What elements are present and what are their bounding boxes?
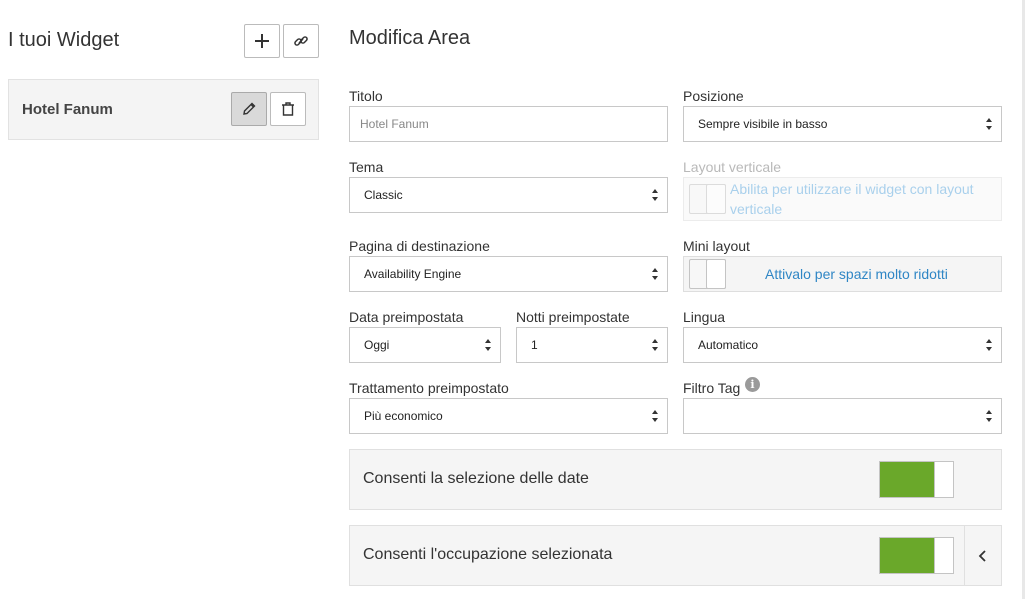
trash-icon — [282, 102, 294, 116]
filtro-tag-select[interactable] — [683, 398, 1002, 434]
trattamento-value: Più economico — [364, 409, 443, 423]
layout-verticale-text: Abilita per utilizzare il widget con lay… — [730, 181, 974, 217]
select-arrows-icon — [986, 410, 992, 422]
select-arrows-icon — [652, 339, 658, 351]
data-preimpostata-label: Data preimpostata — [349, 309, 464, 325]
link-icon — [294, 36, 308, 46]
filtro-tag-label: Filtro Tag — [683, 380, 741, 396]
mini-layout-toggle[interactable]: Attivalo per spazi molto ridotti — [683, 256, 1002, 292]
layout-verticale-label: Layout verticale — [683, 159, 782, 175]
widget-card[interactable]: Hotel Fanum — [8, 79, 319, 140]
data-preimpostata-select[interactable]: Oggi — [349, 327, 501, 363]
edit-widget-button[interactable] — [231, 92, 267, 126]
chevron-left-icon — [978, 549, 986, 562]
add-widget-button[interactable] — [244, 24, 280, 58]
link-widget-button[interactable] — [283, 24, 319, 58]
option-row-occupancy: Consenti l'occupazione selezionata — [349, 525, 1002, 586]
page-title: Modifica Area — [349, 27, 471, 49]
mini-layout-text: Attivalo per spazi molto ridotti — [765, 266, 948, 282]
plus-icon — [255, 34, 269, 48]
pagina-destinazione-value: Availability Engine — [364, 267, 462, 281]
trattamento-label: Trattamento preimpostato — [349, 380, 509, 396]
lingua-select[interactable]: Automatico — [683, 327, 1002, 363]
pagina-destinazione-label: Pagina di destinazione — [349, 238, 490, 254]
select-arrows-icon — [652, 268, 658, 280]
widget-name: Hotel Fanum — [22, 101, 113, 118]
lingua-value: Automatico — [698, 338, 759, 352]
posizione-select[interactable]: Sempre visibile in basso — [683, 106, 1002, 142]
occupancy-switch[interactable] — [879, 537, 954, 574]
tema-select[interactable]: Classic — [349, 177, 668, 213]
select-arrows-icon — [986, 339, 992, 351]
posizione-value: Sempre visibile in basso — [698, 117, 828, 131]
select-arrows-icon — [652, 410, 658, 422]
pencil-icon — [243, 102, 256, 115]
select-arrows-icon — [986, 118, 992, 130]
data-preimpostata-value: Oggi — [364, 338, 390, 352]
option-label: Consenti la selezione delle date — [363, 470, 589, 487]
date-selection-switch[interactable] — [879, 461, 954, 498]
delete-widget-button[interactable] — [270, 92, 306, 126]
expand-button[interactable] — [964, 526, 1001, 585]
tema-value: Classic — [364, 188, 403, 202]
layout-verticale-toggle[interactable]: Abilita per utilizzare il widget con lay… — [683, 177, 1002, 221]
select-arrows-icon — [485, 339, 491, 351]
notti-preimpostate-label: Notti preimpostate — [516, 309, 630, 325]
info-icon[interactable]: i — [745, 377, 760, 392]
option-label: Consenti l'occupazione selezionata — [363, 546, 613, 563]
mini-layout-switch[interactable] — [689, 259, 726, 289]
titolo-input[interactable] — [349, 106, 668, 142]
tema-label: Tema — [349, 159, 384, 175]
notti-preimpostate-select[interactable]: 1 — [516, 327, 668, 363]
layout-verticale-switch[interactable] — [689, 184, 726, 214]
mini-layout-label: Mini layout — [683, 238, 750, 254]
pagina-destinazione-select[interactable]: Availability Engine — [349, 256, 668, 292]
select-arrows-icon — [652, 189, 658, 201]
lingua-label: Lingua — [683, 309, 726, 325]
trattamento-select[interactable]: Più economico — [349, 398, 668, 434]
titolo-label: Titolo — [349, 88, 383, 104]
option-row-date-selection: Consenti la selezione delle date — [349, 449, 1002, 510]
posizione-label: Posizione — [683, 88, 744, 104]
notti-preimpostate-value: 1 — [531, 338, 538, 352]
widgets-title: I tuoi Widget — [8, 29, 120, 51]
